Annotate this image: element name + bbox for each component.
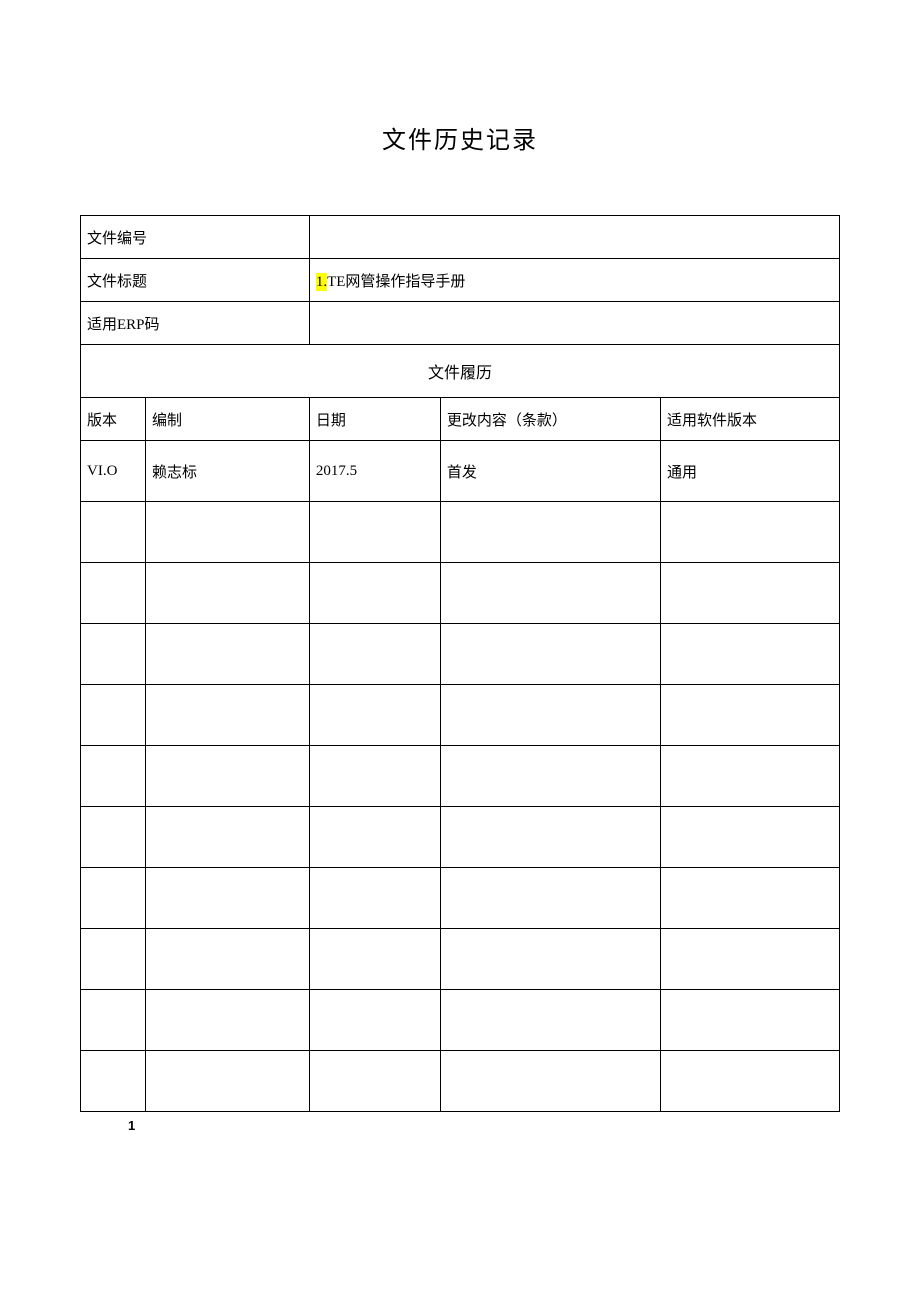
file-title-label: 文件标题 (81, 259, 310, 302)
cell-version (81, 502, 146, 563)
table-row (81, 929, 840, 990)
table-row (81, 990, 840, 1051)
cell-author (146, 990, 310, 1051)
history-section-header: 文件履历 (81, 345, 840, 398)
cell-date (309, 502, 440, 563)
cell-software (661, 929, 840, 990)
cell-date (309, 746, 440, 807)
table-row: VI.O 赖志标 2017.5 首发 通用 (81, 441, 840, 502)
cell-change (440, 990, 660, 1051)
cell-change (440, 563, 660, 624)
cell-author (146, 807, 310, 868)
history-header-row: 版本 编制 日期 更改内容（条款） 适用软件版本 (81, 398, 840, 441)
cell-change (440, 746, 660, 807)
cell-software (661, 868, 840, 929)
cell-author (146, 502, 310, 563)
history-section-label: 文件履历 (81, 345, 840, 398)
file-title-cell: 1.TE网管操作指导手册 (309, 259, 839, 302)
cell-author (146, 929, 310, 990)
cell-version (81, 929, 146, 990)
cell-author (146, 685, 310, 746)
table-row (81, 624, 840, 685)
table-row (81, 1051, 840, 1112)
document-table: 文件编号 文件标题 1.TE网管操作指导手册 适用ERP码 文件履历 版本 编制… (80, 215, 840, 1112)
cell-author (146, 624, 310, 685)
table-row (81, 685, 840, 746)
cell-version (81, 807, 146, 868)
cell-change (440, 807, 660, 868)
file-number-row: 文件编号 (81, 216, 840, 259)
cell-date (309, 563, 440, 624)
erp-value (309, 302, 839, 345)
table-row (81, 563, 840, 624)
document-page: 文件历史记录 文件编号 文件标题 1.TE网管操作指导手册 适用ERP码 文件履… (0, 0, 920, 1173)
cell-change (440, 929, 660, 990)
cell-version: VI.O (81, 441, 146, 502)
cell-author (146, 746, 310, 807)
table-row (81, 868, 840, 929)
history-header-author: 编制 (146, 398, 310, 441)
cell-date (309, 990, 440, 1051)
erp-label: 适用ERP码 (81, 302, 310, 345)
cell-change (440, 868, 660, 929)
file-number-value (309, 216, 839, 259)
cell-change (440, 502, 660, 563)
cell-software (661, 502, 840, 563)
cell-version (81, 868, 146, 929)
cell-software: 通用 (661, 441, 840, 502)
cell-author (146, 1051, 310, 1112)
file-title-prefix: 1. (316, 273, 327, 291)
file-title-value: TE网管操作指导手册 (327, 274, 465, 290)
cell-software (661, 624, 840, 685)
cell-change (440, 1051, 660, 1112)
table-row (81, 807, 840, 868)
cell-version (81, 624, 146, 685)
cell-software (661, 563, 840, 624)
cell-software (661, 746, 840, 807)
cell-change (440, 624, 660, 685)
cell-software (661, 685, 840, 746)
page-title: 文件历史记录 (80, 120, 840, 155)
cell-author (146, 868, 310, 929)
cell-change: 首发 (440, 441, 660, 502)
cell-change (440, 685, 660, 746)
cell-date (309, 1051, 440, 1112)
file-title-row: 文件标题 1.TE网管操作指导手册 (81, 259, 840, 302)
cell-version (81, 685, 146, 746)
cell-version (81, 746, 146, 807)
cell-software (661, 1051, 840, 1112)
cell-author (146, 563, 310, 624)
cell-date (309, 868, 440, 929)
cell-version (81, 1051, 146, 1112)
table-row (81, 502, 840, 563)
page-number: 1 (128, 1118, 840, 1133)
cell-date (309, 929, 440, 990)
table-row (81, 746, 840, 807)
erp-row: 适用ERP码 (81, 302, 840, 345)
history-header-date: 日期 (309, 398, 440, 441)
cell-version (81, 990, 146, 1051)
cell-author: 赖志标 (146, 441, 310, 502)
history-header-change: 更改内容（条款） (440, 398, 660, 441)
history-header-software: 适用软件版本 (661, 398, 840, 441)
cell-software (661, 807, 840, 868)
cell-date: 2017.5 (309, 441, 440, 502)
cell-date (309, 624, 440, 685)
cell-version (81, 563, 146, 624)
history-header-version: 版本 (81, 398, 146, 441)
cell-software (661, 990, 840, 1051)
cell-date (309, 807, 440, 868)
cell-date (309, 685, 440, 746)
file-number-label: 文件编号 (81, 216, 310, 259)
